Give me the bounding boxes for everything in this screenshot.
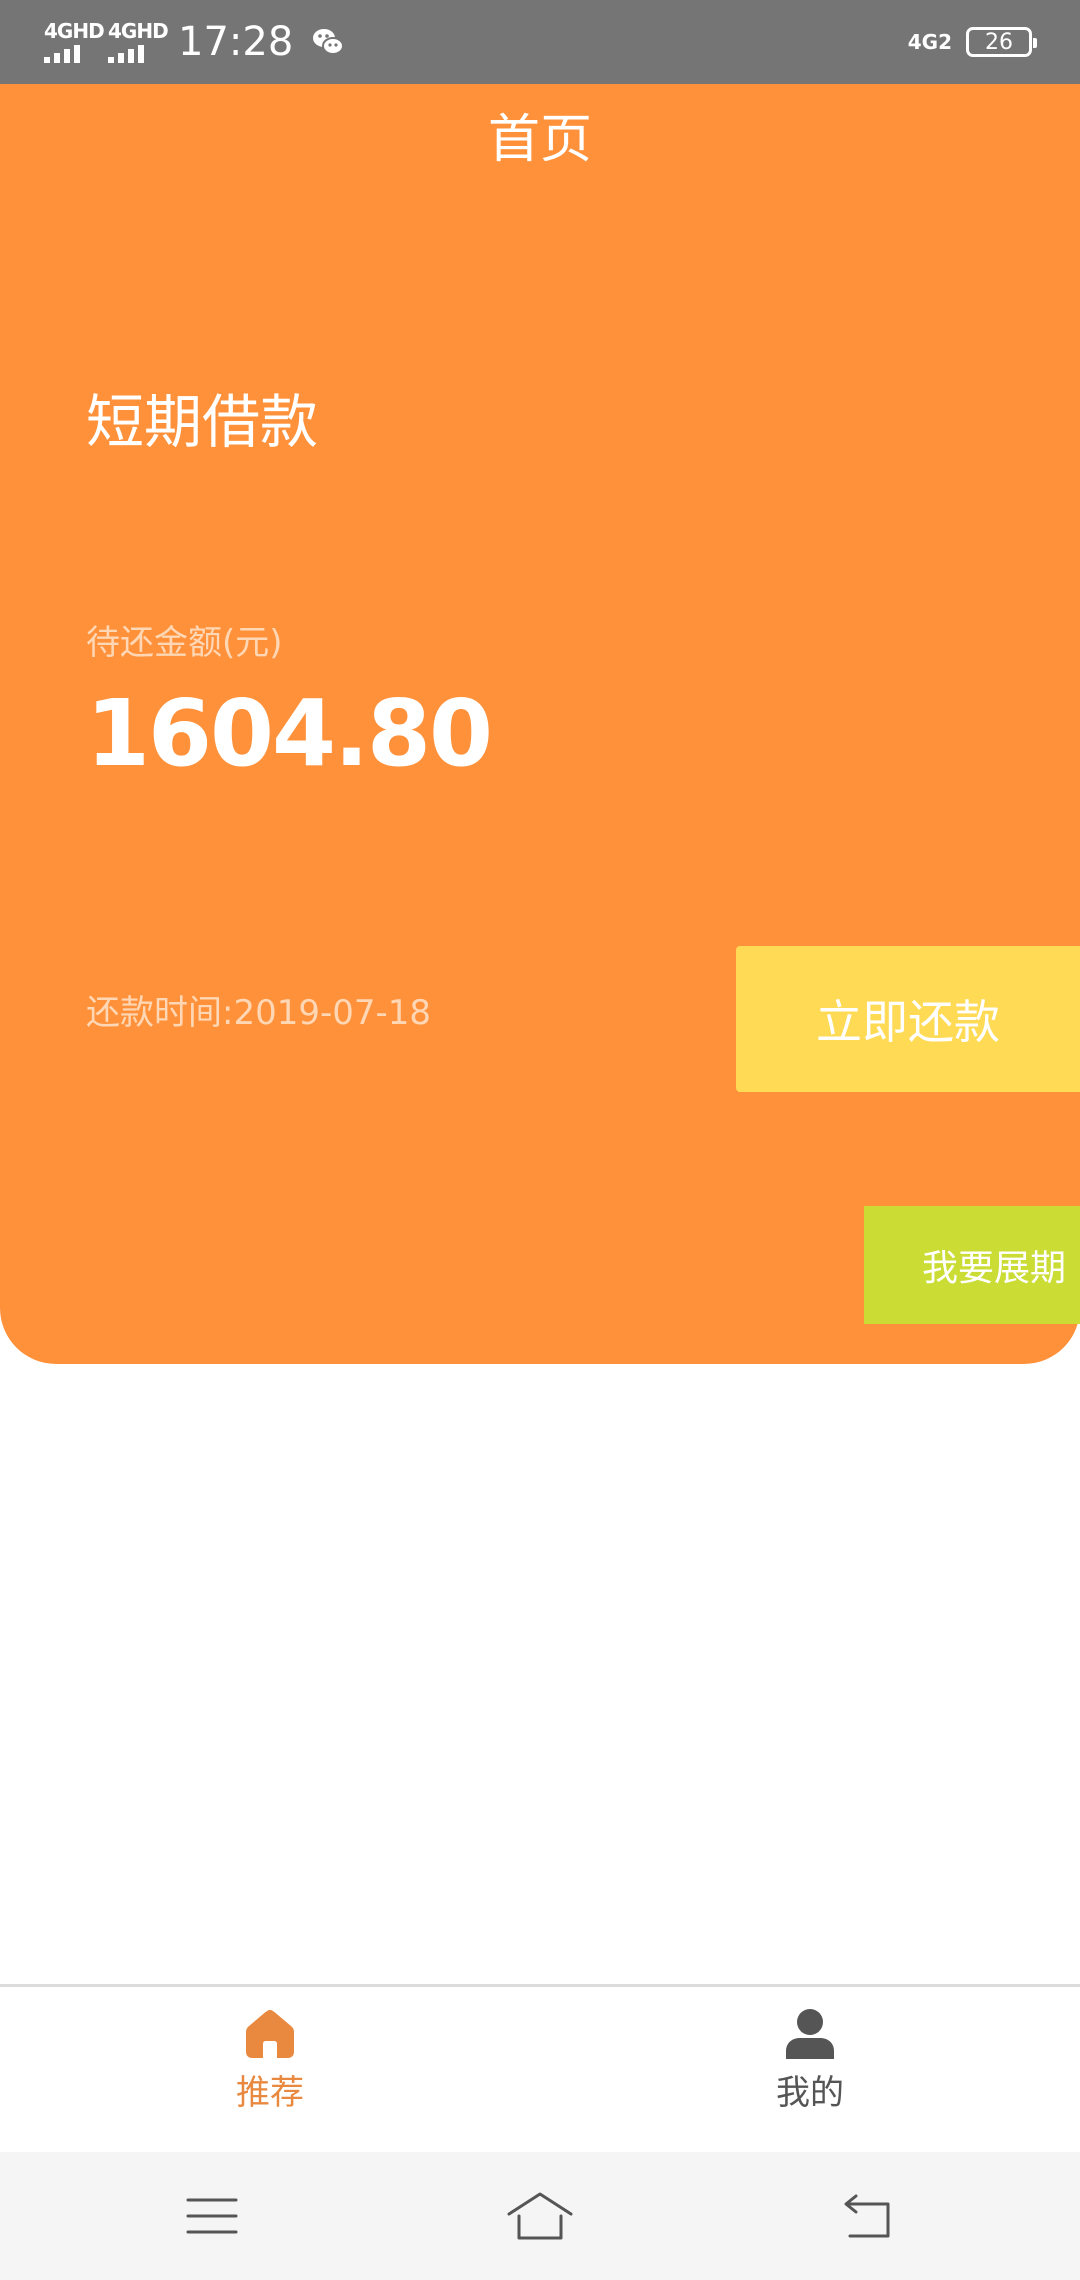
home-icon xyxy=(246,2010,294,2058)
status-left: 4GHD 4GHD 17:28 xyxy=(44,0,345,84)
home-outline-icon[interactable] xyxy=(505,2186,575,2246)
extend-loan-button[interactable]: 我要展期 xyxy=(864,1206,1080,1324)
battery-icon: 26 xyxy=(966,27,1037,57)
tab-bar: 推荐 我的 xyxy=(0,1984,1080,2152)
due-date: 还款时间:2019-07-18 xyxy=(86,993,432,1033)
tab-recommend[interactable]: 推荐 xyxy=(170,2007,370,2115)
tab-label: 我的 xyxy=(776,2073,844,2113)
battery-level: 26 xyxy=(985,29,1013,55)
back-icon[interactable] xyxy=(838,2186,898,2246)
signal-label: 4GHD xyxy=(44,19,105,43)
signal-label: 4GHD xyxy=(108,19,169,43)
tab-mine[interactable]: 我的 xyxy=(710,2007,910,2115)
amount-value: 1604.80 xyxy=(86,680,493,787)
signal-icon: 4GHD xyxy=(108,21,169,63)
loan-type: 短期借款 xyxy=(86,388,319,456)
status-right: 4G2 26 xyxy=(907,0,1037,84)
wechat-icon xyxy=(313,29,345,55)
person-icon xyxy=(786,2009,834,2059)
system-nav-bar xyxy=(0,2152,1080,2280)
app-screen: 4GHD 4GHD 17:28 4G2 26 首页 短期借款 待还金额(元) 1… xyxy=(0,0,1080,2280)
tab-label: 推荐 xyxy=(236,2073,304,2113)
loan-card: 首页 短期借款 待还金额(元) 1604.80 还款时间:2019-07-18 … xyxy=(0,84,1080,1364)
amount-label: 待还金额(元) xyxy=(86,623,283,663)
status-bar: 4GHD 4GHD 17:28 4G2 26 xyxy=(0,0,1080,84)
network-icon: 4G2 xyxy=(907,30,952,54)
signal-icon: 4GHD xyxy=(44,21,105,63)
menu-icon[interactable] xyxy=(182,2186,242,2246)
repay-now-button[interactable]: 立即还款 xyxy=(736,946,1080,1092)
page-title: 首页 xyxy=(487,110,592,170)
status-time: 17:28 xyxy=(178,19,294,65)
